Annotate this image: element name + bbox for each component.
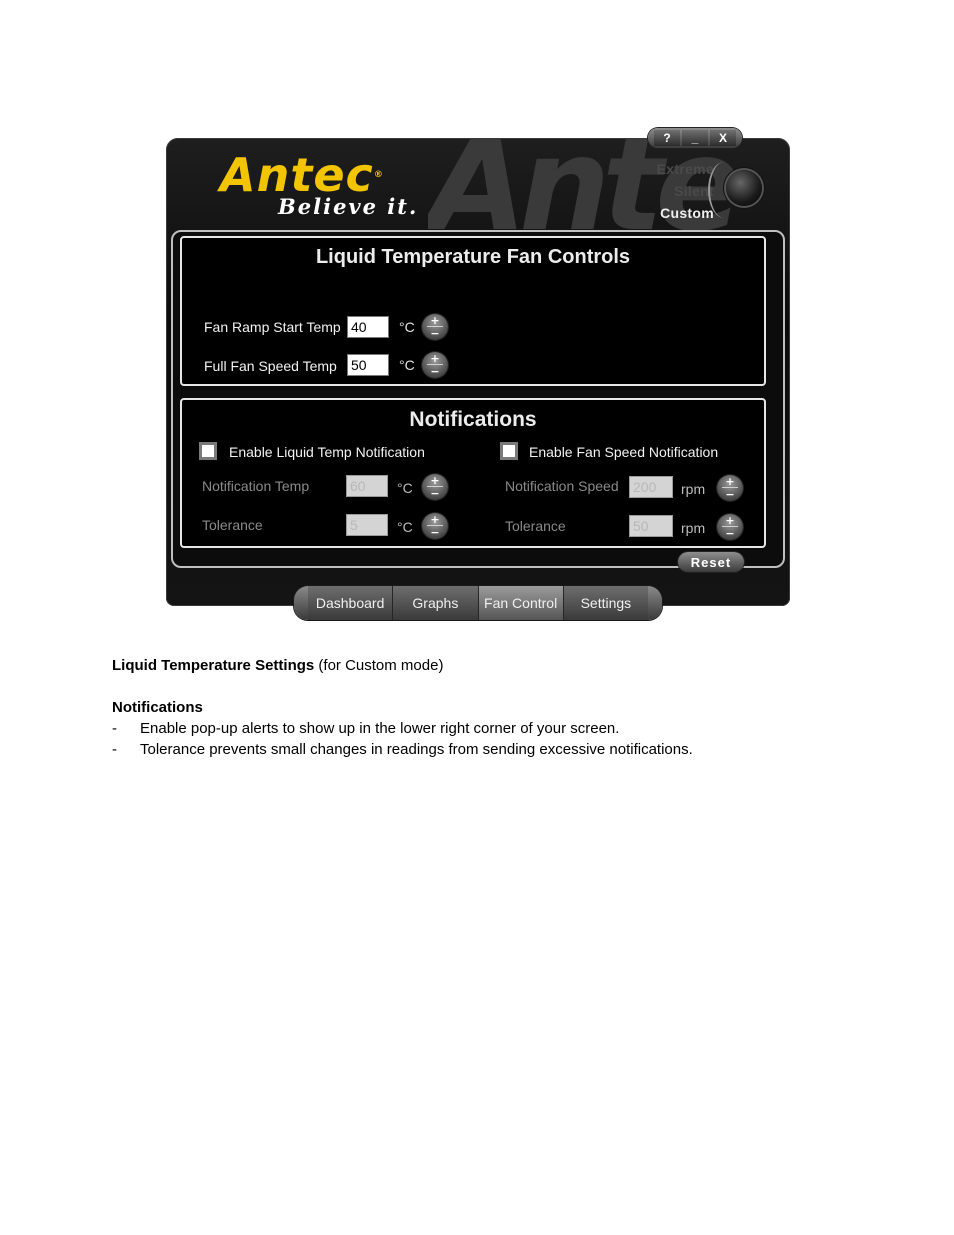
help-button[interactable]: ? — [654, 130, 680, 146]
fan-ramp-start-input[interactable] — [347, 316, 389, 338]
tab-dashboard[interactable]: Dashboard — [308, 586, 393, 620]
bullet-item: Tolerance prevents small changes in read… — [140, 741, 693, 758]
title-bar-buttons: ? _ X — [648, 128, 742, 148]
liquid-tolerance-label: Tolerance — [202, 517, 263, 533]
tab-fan-control[interactable]: Fan Control — [477, 586, 563, 620]
notification-speed-label: Notification Speed — [505, 478, 619, 494]
fan-ramp-start-stepper: + − — [422, 314, 448, 340]
liquid-tolerance-input[interactable] — [346, 514, 388, 536]
enable-liquid-temp-label: Enable Liquid Temp Notification — [229, 444, 425, 460]
notification-temp-unit: °C — [397, 480, 413, 496]
enable-liquid-temp-checkbox[interactable] — [199, 442, 217, 460]
tab-graphs[interactable]: Graphs — [392, 586, 478, 620]
liquid-panel-title: Liquid Temperature Fan Controls — [315, 246, 631, 268]
mode-extreme[interactable]: Extreme — [657, 161, 714, 177]
mode-custom[interactable]: Custom — [660, 205, 714, 221]
registered-mark: ® — [373, 170, 384, 180]
reset-button[interactable]: Reset — [678, 552, 744, 572]
fan-tolerance-stepper: + − — [717, 514, 743, 540]
bullet-marker: - — [112, 741, 117, 758]
fan-ramp-start-label: Fan Ramp Start Temp — [204, 319, 341, 335]
liquid-temp-panel: Liquid Temperature Fan Controls Fan Ramp… — [180, 236, 766, 386]
enable-fan-speed-checkbox[interactable] — [500, 442, 518, 460]
notifications-subheading: Notifications — [112, 699, 203, 716]
full-fan-speed-stepper: + − — [422, 352, 448, 378]
minimize-button[interactable]: _ — [682, 130, 708, 146]
fan-tolerance-unit: rpm — [681, 520, 706, 536]
fan-tolerance-label: Tolerance — [505, 518, 566, 534]
fan-tolerance-decrement[interactable]: − — [717, 527, 743, 540]
notifications-panel-title: Notifications — [409, 408, 537, 431]
brand-tagline: Believe it. — [278, 194, 419, 219]
full-fan-speed-input[interactable] — [347, 354, 389, 376]
enable-fan-speed-label: Enable Fan Speed Notification — [529, 444, 719, 460]
notification-speed-unit: rpm — [681, 481, 706, 497]
tab-bar: Dashboard Graphs Fan Control Settings — [294, 586, 662, 620]
notification-temp-decrement[interactable]: − — [422, 487, 448, 500]
antec-logo: Antec® — [220, 150, 384, 200]
bullet-marker: - — [112, 720, 117, 737]
close-button[interactable]: X — [710, 130, 736, 146]
bullet-item: Enable pop-up alerts to show up in the l… — [140, 720, 620, 737]
liquid-tolerance-stepper: + − — [422, 513, 448, 539]
notification-speed-input[interactable] — [629, 476, 673, 498]
full-fan-speed-decrement[interactable]: − — [422, 365, 448, 378]
notification-speed-decrement[interactable]: − — [717, 488, 743, 501]
tab-settings[interactable]: Settings — [562, 586, 648, 620]
full-fan-speed-label: Full Fan Speed Temp — [204, 358, 337, 374]
fan-ramp-start-unit: °C — [399, 319, 415, 335]
antec-app-window: Ante Antec® Believe it. ? _ X Extreme Si… — [166, 128, 790, 620]
fan-tolerance-input[interactable] — [629, 515, 673, 537]
mode-dial-knob-icon[interactable] — [726, 170, 762, 206]
notifications-panel: Notifications Enable Liquid Temp Notific… — [180, 398, 766, 548]
fan-ramp-start-decrement[interactable]: − — [422, 327, 448, 340]
liquid-tolerance-unit: °C — [397, 519, 413, 535]
liquid-tolerance-decrement[interactable]: − — [422, 526, 448, 539]
notification-temp-label: Notification Temp — [202, 478, 310, 494]
full-fan-speed-unit: °C — [399, 357, 415, 373]
notification-speed-stepper: + − — [717, 475, 743, 501]
notification-temp-input[interactable] — [346, 475, 388, 497]
notification-temp-stepper: + − — [422, 474, 448, 500]
section-heading: Liquid Temperature Settings (for Custom … — [112, 657, 443, 674]
section-heading-note: (for Custom mode) — [314, 657, 444, 674]
section-heading-bold: Liquid Temperature Settings — [112, 657, 315, 674]
